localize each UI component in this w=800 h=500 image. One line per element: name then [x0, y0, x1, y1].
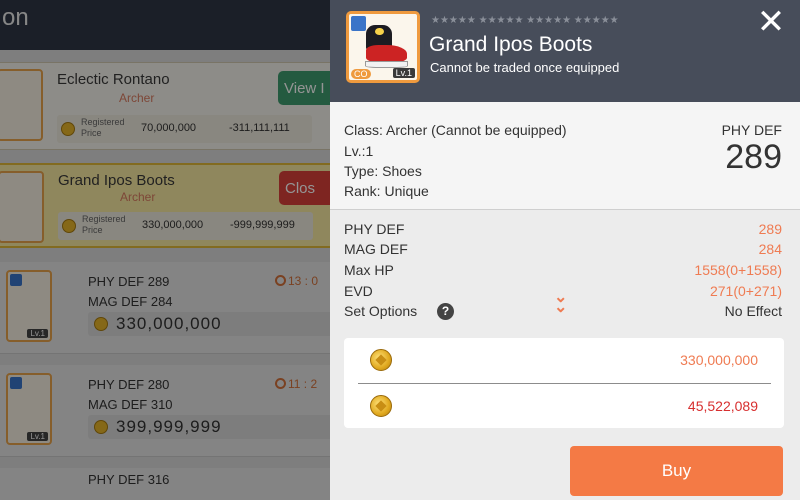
phy-def-label: PHY DEF — [721, 122, 782, 138]
stat-name: PHY DEF — [344, 221, 405, 237]
owned-gold: 45,522,089 — [687, 398, 758, 414]
close-icon[interactable]: ✕ — [754, 5, 788, 39]
set-options-label: Set Options — [344, 303, 418, 319]
gold-coin-icon — [370, 349, 392, 371]
set-options-value: No Effect — [724, 303, 782, 319]
item-name: Grand Ipos Boots — [429, 33, 593, 56]
modal-overlay[interactable] — [0, 0, 330, 500]
gold-coin-icon — [370, 395, 392, 417]
market-list-background: on Eclectic Rontano Archer Registered Pr… — [0, 0, 330, 500]
item-info: Class: Archer (Cannot be equipped) Lv.:1… — [330, 102, 800, 210]
stat-name: MAG DEF — [344, 241, 408, 257]
level-tag: Lv.1 — [392, 68, 415, 78]
stat-value: 289 — [758, 221, 782, 237]
enhancement-stars: ★★★★★ ★★★★★ ★★★★★ ★★★★★ — [431, 15, 619, 26]
class-line: Class: Archer (Cannot be equipped) — [344, 122, 567, 138]
stats-list: PHY DEF 289 MAG DEF 284 Max HP 1558(0+15… — [330, 211, 800, 331]
item-subtitle: Cannot be traded once equipped — [430, 60, 620, 75]
stat-value: 271(0+271) — [709, 283, 782, 299]
item-detail-panel: CO Lv.1 ★★★★★ ★★★★★ ★★★★★ ★★★★★ Grand Ip… — [330, 0, 800, 500]
stat-value: 284 — [758, 241, 782, 257]
level-line: Lv.:1 — [344, 143, 374, 159]
buy-button[interactable]: Buy — [570, 446, 783, 496]
price-summary: 330,000,000 45,522,089 — [344, 338, 784, 428]
stat-name: Max HP — [344, 262, 394, 278]
item-thumbnail: CO Lv.1 — [346, 11, 420, 83]
phy-def-value: 289 — [725, 138, 782, 176]
item-header: CO Lv.1 ★★★★★ ★★★★★ ★★★★★ ★★★★★ Grand Ip… — [330, 0, 800, 102]
boots-icon — [361, 22, 409, 72]
type-line: Type: Shoes — [344, 163, 422, 179]
rank-line: Rank: Unique — [344, 183, 429, 199]
help-icon[interactable]: ? — [437, 303, 454, 320]
divider — [358, 383, 771, 384]
co-badge: CO — [351, 69, 371, 79]
stat-name: EVD — [344, 283, 373, 299]
expand-chevron-icon[interactable]: ⌄ ⌄ — [554, 290, 567, 316]
listing-price: 330,000,000 — [680, 352, 758, 368]
stat-value: 1558(0+1558) — [694, 262, 782, 278]
